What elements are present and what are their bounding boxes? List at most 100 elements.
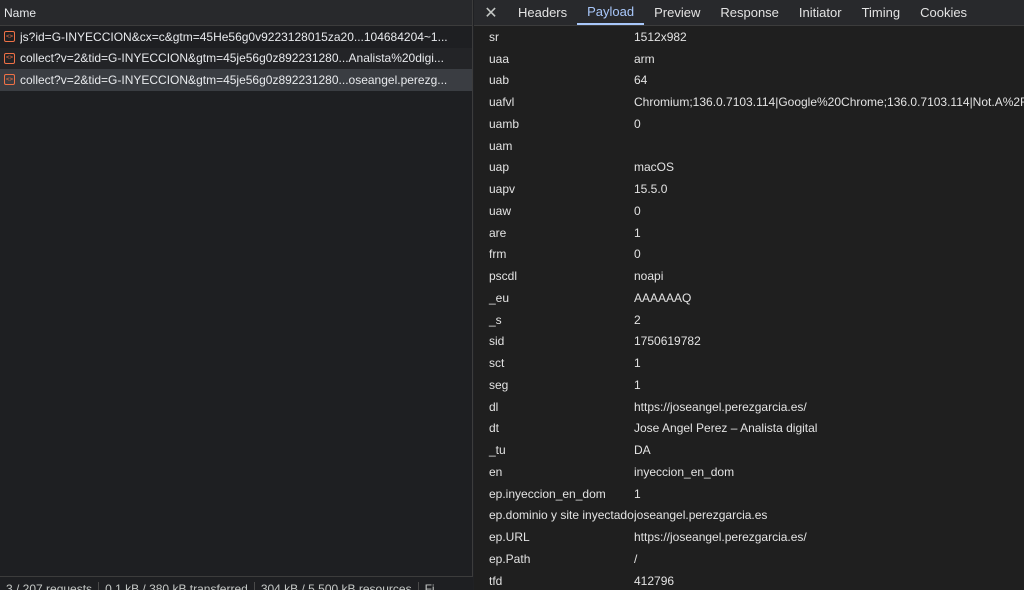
tab-headers[interactable]: Headers xyxy=(508,0,577,25)
param-row[interactable]: uaw 0 xyxy=(474,200,1024,222)
param-key: _s xyxy=(489,312,502,327)
param-row[interactable]: _eu AAAAAAQ xyxy=(474,287,1024,309)
param-value: 2 xyxy=(634,312,641,327)
param-value: 15.5.0 xyxy=(634,182,668,197)
param-value: 0 xyxy=(634,203,641,218)
param-row[interactable]: uapv 15.5.0 xyxy=(474,178,1024,200)
payload-params-list: sr 1512x982 uaa arm uab 64 uafvl Chromium;136.0… xyxy=(474,26,1024,590)
param-key: sct xyxy=(489,356,505,371)
devtools-network-panel: Name <> js?id=G-INYECCION&cx=c&gtm=45He5… xyxy=(0,0,1024,590)
param-value: AAAAAAQ xyxy=(634,290,692,305)
param-value: 1 xyxy=(634,377,641,392)
param-key: uamb xyxy=(489,116,520,131)
script-file-icon: <> xyxy=(4,74,15,86)
param-value: https://joseangel.perezgarcia.es/ xyxy=(634,399,807,414)
tab-payload[interactable]: Payload xyxy=(577,0,645,25)
param-row[interactable]: dl https://joseangel.perezgarcia.es/ xyxy=(474,396,1024,418)
tab-initiator[interactable]: Initiator xyxy=(789,0,852,25)
param-value: 1512x982 xyxy=(634,29,687,44)
param-row[interactable]: _tu DA xyxy=(474,439,1024,461)
param-key: uaa xyxy=(489,51,510,66)
network-status-bar: 3 / 207 requests 0.1 kB / 380 kB transfe… xyxy=(0,576,473,590)
param-row[interactable]: _s 2 xyxy=(474,309,1024,331)
param-row[interactable]: ep.Path / xyxy=(474,548,1024,570)
param-row[interactable]: uamb 0 xyxy=(474,113,1024,135)
request-row-1[interactable]: <> collect?v=2&tid=G-INYECCION&gtm=45je5… xyxy=(0,47,472,69)
name-column-header[interactable]: Name xyxy=(0,0,472,26)
param-key: _eu xyxy=(489,290,510,305)
param-value: 1 xyxy=(634,356,641,371)
resources-size: 304 kB / 5,500 kB resources xyxy=(260,582,412,590)
param-row[interactable]: frm 0 xyxy=(474,244,1024,266)
param-key: en xyxy=(489,464,503,479)
param-value: 1 xyxy=(634,486,641,501)
param-key: uapv xyxy=(489,182,516,197)
param-key: uam xyxy=(489,138,513,153)
param-value: macOS xyxy=(634,160,675,175)
param-row[interactable]: uab 64 xyxy=(474,70,1024,92)
param-row[interactable]: tfd 412796 xyxy=(474,570,1024,590)
tab-cookies[interactable]: Cookies xyxy=(910,0,977,25)
details-tabbar: ✕ Headers Payload Preview Response Initi… xyxy=(474,0,1024,26)
param-key: uaw xyxy=(489,203,512,218)
filter-status: Fi xyxy=(424,582,435,590)
tab-timing[interactable]: Timing xyxy=(852,0,911,25)
param-value: inyeccion_en_dom xyxy=(634,464,735,479)
param-row[interactable]: uam xyxy=(474,135,1024,157)
param-row[interactable]: sr 1512x982 xyxy=(474,26,1024,48)
param-key: dl xyxy=(489,399,499,414)
param-value: 412796 xyxy=(634,573,675,588)
param-value: 0 xyxy=(634,247,641,262)
tab-response[interactable]: Response xyxy=(710,0,789,25)
param-value: 1750619782 xyxy=(634,334,701,349)
param-row[interactable]: ep.dominio y site inyectado joseangel.per… xyxy=(474,505,1024,527)
param-key: seg xyxy=(489,377,509,392)
param-key: ep.URL xyxy=(489,530,530,545)
param-key: sr xyxy=(489,29,499,44)
requests-count: 3 / 207 requests xyxy=(6,582,93,590)
request-details-pane: ✕ Headers Payload Preview Response Initi… xyxy=(474,0,1024,590)
param-row[interactable]: uaa arm xyxy=(474,48,1024,70)
param-key: _tu xyxy=(489,443,506,458)
close-icon[interactable]: ✕ xyxy=(474,0,508,25)
tab-preview[interactable]: Preview xyxy=(644,0,710,25)
param-row[interactable]: sct 1 xyxy=(474,352,1024,374)
param-key: are xyxy=(489,225,507,240)
script-file-icon: <> xyxy=(4,52,15,64)
param-row[interactable]: ep.inyeccion_en_dom 1 xyxy=(474,483,1024,505)
transferred-size: 0.1 kB / 380 kB transferred xyxy=(105,582,248,590)
param-key: sid xyxy=(489,334,505,349)
param-value: noapi xyxy=(634,269,664,284)
param-value: Jose Angel Perez – Analista digital xyxy=(634,421,818,436)
param-value: 1 xyxy=(634,225,641,240)
param-row[interactable]: pscdl noapi xyxy=(474,265,1024,287)
request-row-2[interactable]: <> collect?v=2&tid=G-INYECCION&gtm=45je5… xyxy=(0,69,472,91)
param-key: frm xyxy=(489,247,507,262)
param-row[interactable]: en inyeccion_en_dom xyxy=(474,461,1024,483)
param-key: ep.inyeccion_en_dom xyxy=(489,486,606,501)
request-row-0[interactable]: <> js?id=G-INYECCION&cx=c&gtm=45He56g0v9… xyxy=(0,26,472,48)
param-row[interactable]: uap macOS xyxy=(474,157,1024,179)
param-key: dt xyxy=(489,421,500,436)
param-row[interactable]: uafvl Chromium;136.0.7103.114|Google%20Ch… xyxy=(474,91,1024,113)
param-value: joseangel.perezgarcia.es xyxy=(634,508,768,523)
param-value: / xyxy=(634,551,638,566)
param-value: https://joseangel.perezgarcia.es/ xyxy=(634,530,807,545)
param-value: DA xyxy=(634,443,651,458)
param-key: pscdl xyxy=(489,269,518,284)
param-value: 64 xyxy=(634,73,648,88)
param-row[interactable]: sid 1750619782 xyxy=(474,331,1024,353)
param-row[interactable]: dt Jose Angel Perez – Analista digital xyxy=(474,418,1024,440)
param-key: uafvl xyxy=(489,95,515,110)
param-value: arm xyxy=(634,51,655,66)
script-file-icon: <> xyxy=(4,31,15,43)
param-row[interactable]: are 1 xyxy=(474,222,1024,244)
request-name: collect?v=2&tid=G-INYECCION&gtm=45je56g0… xyxy=(20,72,448,87)
param-value: Chromium;136.0.7103.114|Google%20Chrome;… xyxy=(634,95,1024,110)
param-key: uap xyxy=(489,160,510,175)
param-row[interactable]: ep.URL https://joseangel.perezgarcia.es/ xyxy=(474,526,1024,548)
param-row[interactable]: seg 1 xyxy=(474,374,1024,396)
param-key: ep.dominio y site inyectado xyxy=(489,508,634,523)
request-name: js?id=G-INYECCION&cx=c&gtm=45He56g0v9223… xyxy=(20,29,448,44)
param-value: 0 xyxy=(634,116,641,131)
